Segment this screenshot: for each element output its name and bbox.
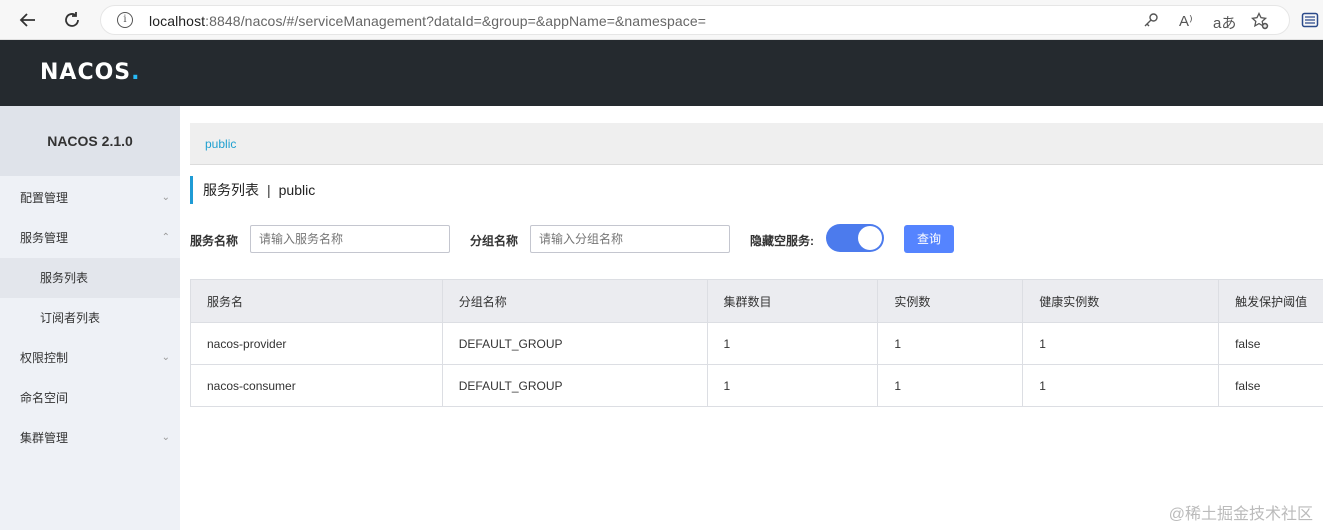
column-header: 服务名	[191, 280, 443, 323]
service-table: 服务名 分组名称 集群数目 实例数 健康实例数 触发保护阈值 nacos-pro…	[190, 279, 1323, 407]
title-separator: |	[267, 182, 271, 198]
menu-label: 配置管理	[20, 191, 69, 205]
address-bar[interactable]: i localhost:8848/nacos/#/serviceManageme…	[100, 5, 1290, 35]
table-row[interactable]: nacos-provider DEFAULT_GROUP 1 1 1 false	[191, 323, 1323, 365]
instance-count-cell: 1	[878, 323, 1024, 365]
back-arrow-icon[interactable]	[16, 8, 40, 32]
hide-empty-services-toggle[interactable]	[826, 224, 884, 252]
toggle-knob	[858, 226, 882, 250]
group-name-label: 分组名称	[470, 234, 519, 248]
healthy-instance-count-cell: 1	[1023, 323, 1220, 365]
hide-empty-services-label: 隐藏空服务:	[750, 234, 814, 248]
group-name-cell: DEFAULT_GROUP	[442, 365, 708, 407]
group-name-input[interactable]	[530, 225, 730, 253]
translate-icon[interactable]: aあ	[1213, 12, 1236, 33]
group-name-cell: DEFAULT_GROUP	[442, 323, 708, 365]
version-label: NACOS 2.1.0	[0, 106, 180, 176]
sidebar-item-config-management[interactable]: 配置管理 ⌄	[0, 178, 180, 218]
sidebar: NACOS 2.1.0 配置管理 ⌄ 服务管理 ⌃ 服务列表 订阅者列表 权限控…	[0, 106, 180, 530]
key-icon[interactable]	[1143, 12, 1159, 32]
nacos-logo[interactable]: NACOS.	[40, 60, 141, 85]
sidebar-item-service-management[interactable]: 服务管理 ⌃	[0, 218, 180, 258]
table-row[interactable]: nacos-consumer DEFAULT_GROUP 1 1 1 false	[191, 365, 1323, 407]
sidebar-toggle-icon[interactable]	[1298, 8, 1322, 32]
page-title: 服务列表 | public	[190, 176, 315, 204]
reload-icon[interactable]	[60, 8, 84, 32]
favorite-add-icon[interactable]	[1250, 11, 1269, 34]
site-info-icon[interactable]: i	[117, 12, 133, 28]
chevron-up-icon: ⌃	[161, 232, 170, 243]
column-header: 集群数目	[707, 280, 879, 323]
read-aloud-icon[interactable]: A⁾	[1179, 12, 1193, 30]
table-header-row: 服务名 分组名称 集群数目 实例数 健康实例数 触发保护阈值	[191, 280, 1323, 323]
chevron-down-icon: ⌄	[161, 192, 170, 203]
healthy-instance-count-cell: 1	[1023, 365, 1220, 407]
namespace-link-public[interactable]: public	[205, 137, 236, 151]
protect-threshold-cell: false	[1219, 323, 1323, 365]
sidebar-item-cluster-management[interactable]: 集群管理 ⌄	[0, 418, 180, 458]
service-name-label: 服务名称	[190, 234, 239, 248]
sidebar-item-access-control[interactable]: 权限控制 ⌄	[0, 338, 180, 378]
chevron-down-icon: ⌄	[161, 432, 170, 443]
column-header: 实例数	[878, 280, 1024, 323]
query-button[interactable]: 查询	[904, 225, 954, 253]
service-name-cell: nacos-consumer	[191, 365, 443, 407]
url-text: localhost:8848/nacos/#/serviceManagement…	[149, 13, 706, 29]
instance-count-cell: 1	[878, 365, 1024, 407]
page-title-text: 服务列表	[203, 182, 259, 198]
menu-label: 订阅者列表	[40, 311, 101, 325]
browser-toolbar: i localhost:8848/nacos/#/serviceManageme…	[0, 0, 1323, 40]
namespace-bar: public	[190, 123, 1323, 165]
service-name-input[interactable]	[250, 225, 450, 253]
protect-threshold-cell: false	[1219, 365, 1323, 407]
main-content: public 服务列表 | public 服务名称 分组名称 隐藏空服务: 查询 服…	[180, 106, 1323, 530]
chevron-down-icon: ⌄	[161, 352, 170, 363]
page-title-namespace: public	[278, 182, 316, 198]
watermark: @稀土掘金技术社区	[1168, 506, 1313, 523]
sidebar-item-service-list[interactable]: 服务列表	[0, 258, 180, 298]
service-name-cell: nacos-provider	[191, 323, 443, 365]
sidebar-item-namespace[interactable]: 命名空间	[0, 378, 180, 418]
column-header: 触发保护阈值	[1219, 280, 1323, 323]
column-header: 健康实例数	[1023, 280, 1220, 323]
menu-label: 命名空间	[20, 391, 69, 405]
app-header: NACOS.	[0, 40, 1323, 106]
menu-label: 权限控制	[20, 351, 69, 365]
sidebar-item-subscriber-list[interactable]: 订阅者列表	[0, 298, 180, 338]
menu-label: 服务列表	[40, 271, 89, 285]
menu-label: 集群管理	[20, 431, 69, 445]
menu-label: 服务管理	[20, 231, 69, 245]
column-header: 分组名称	[442, 280, 708, 323]
cluster-count-cell: 1	[707, 323, 879, 365]
cluster-count-cell: 1	[707, 365, 879, 407]
